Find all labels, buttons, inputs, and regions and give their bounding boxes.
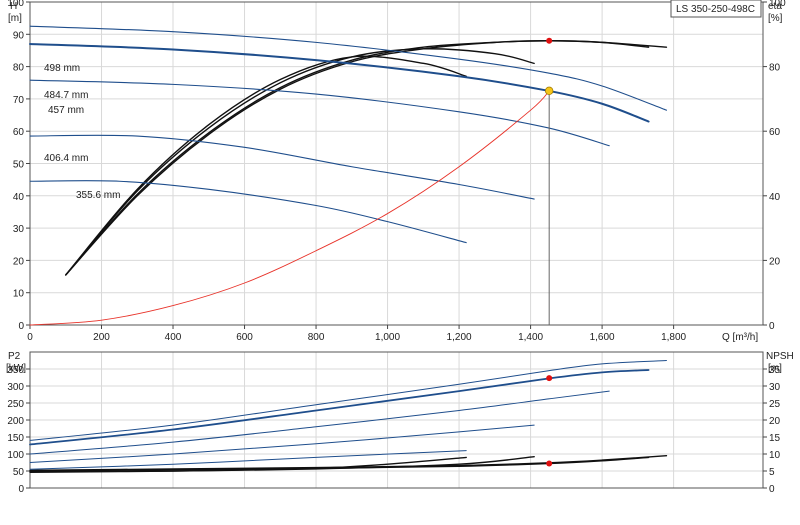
- p2-tick-label: 200: [7, 416, 24, 427]
- y-axis-label: H: [10, 1, 17, 12]
- pump-performance-chart: 0 10 20 30 40 50 60 70 80 90 100 0 20 40 60 80 100 0 200 40…: [0, 0, 800, 520]
- duty-point-marker: [544, 86, 554, 96]
- p2-tick-label: 0: [18, 484, 24, 495]
- y-tick-label: 10: [13, 289, 25, 300]
- p2-tick-label: 300: [7, 382, 24, 393]
- x-tick-label: 1,000: [375, 332, 400, 343]
- y-tick-label: 80: [13, 63, 25, 74]
- y-right-tick-label: 60: [769, 127, 781, 138]
- x-tick-label: 1,800: [661, 332, 686, 343]
- y-right-axis-unit: [%]: [768, 13, 783, 24]
- x-tick-label: 1,200: [447, 332, 472, 343]
- y-right-tick-label: 80: [769, 63, 781, 74]
- model-label: LS 350-250-498C: [676, 4, 755, 15]
- npsh-tick-label: 20: [769, 416, 781, 427]
- power-point-marker: [546, 375, 553, 382]
- y-tick-label: 40: [13, 192, 25, 203]
- y-tick-label: 90: [13, 30, 25, 41]
- p2-tick-label: 50: [13, 467, 25, 478]
- npsh-point-marker: [546, 460, 553, 467]
- npsh-tick-label: 30: [769, 382, 781, 393]
- y-axis-unit: [m]: [8, 13, 22, 24]
- npsh-tick-label: 25: [769, 399, 781, 410]
- p2-axis-unit: [kW]: [6, 363, 26, 374]
- p2-axis-label: P2: [8, 351, 21, 362]
- system-curve: [29, 90, 550, 326]
- x-tick-label: 200: [93, 332, 110, 343]
- npsh-tick-label: 5: [769, 467, 775, 478]
- npsh-tick-label: 10: [769, 450, 781, 461]
- efficiency-curve-1: [65, 40, 668, 276]
- y-right-tick-label: 20: [769, 256, 781, 267]
- x-tick-label: 1,600: [590, 332, 615, 343]
- power-curve-2: [29, 369, 650, 446]
- y-right-tick-label: 0: [769, 321, 775, 332]
- curve-label-2: 484.7 mm: [44, 90, 88, 101]
- efficiency-curve-4: [65, 55, 467, 276]
- x-tick-label: 800: [308, 332, 325, 343]
- p2-tick-label: 150: [7, 433, 24, 444]
- npsh-axis-label: NPSH: [766, 351, 794, 362]
- y-right-axis-label: eta: [768, 1, 782, 12]
- y-tick-label: 0: [18, 321, 24, 332]
- p2-tick-label: 250: [7, 399, 24, 410]
- x-tick-label: 1,400: [518, 332, 543, 343]
- y-right-tick-label: 40: [769, 192, 781, 203]
- x-axis-label: Q [m³/h]: [722, 332, 758, 343]
- curve-label-3: 457 mm: [48, 105, 84, 116]
- y-tick-label: 50: [13, 160, 25, 171]
- x-tick-label: 600: [236, 332, 253, 343]
- y-tick-label: 60: [13, 127, 25, 138]
- npsh-tick-label: 0: [769, 484, 775, 495]
- power-curve-3: [29, 390, 610, 455]
- curve-label-1: 498 mm: [44, 63, 80, 74]
- chart-svg: 01020304050607080901000204060801000 200 40…: [6, 0, 794, 495]
- efficiency-point-marker: [546, 37, 553, 44]
- p2-tick-label: 100: [7, 450, 24, 461]
- npsh-tick-label: 15: [769, 433, 781, 444]
- y-tick-label: 20: [13, 256, 25, 267]
- npsh-axis-unit: [m]: [768, 363, 782, 374]
- power-curve-1: [29, 360, 667, 441]
- y-tick-label: 70: [13, 95, 25, 106]
- y-tick-label: 30: [13, 224, 25, 235]
- curve-label-4: 406.4 mm: [44, 153, 88, 164]
- x-tick-label: 400: [165, 332, 182, 343]
- curve-label-5: 355.6 mm: [76, 190, 120, 201]
- x-tick-label: 0: [27, 332, 33, 343]
